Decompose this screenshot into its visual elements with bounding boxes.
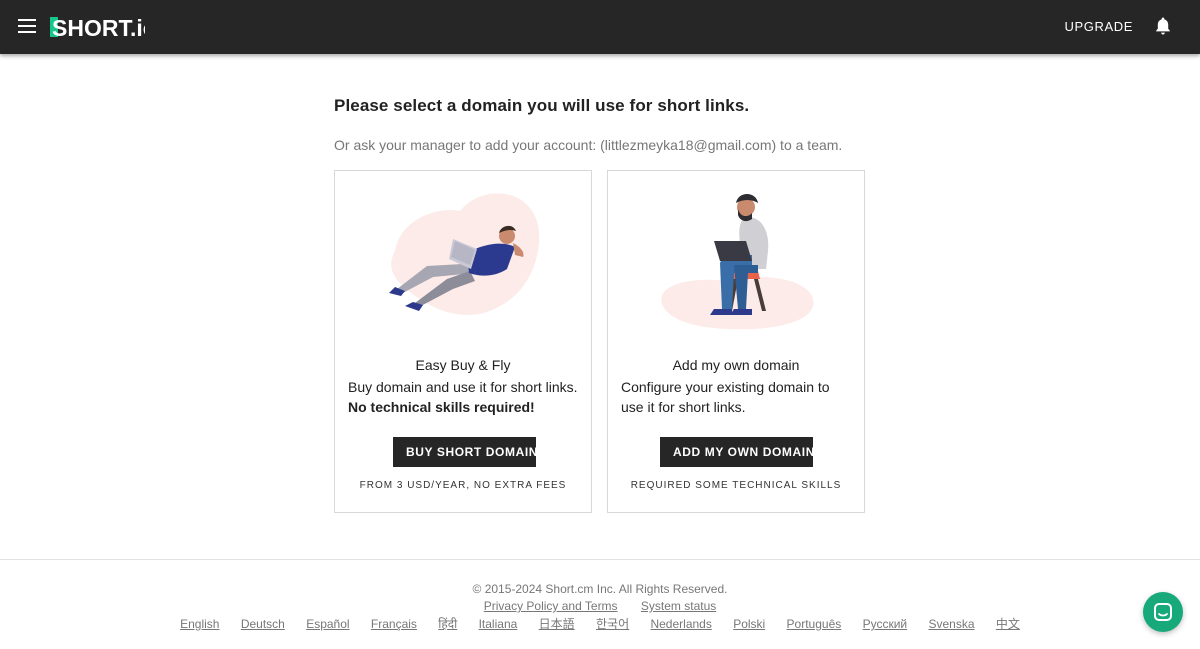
footer-links: Privacy Policy and Terms System status [0,599,1200,613]
card-description-text: Buy domain and use it for short links. [348,379,578,395]
chat-button[interactable] [1143,592,1183,632]
person-with-laptop-illustration [661,194,814,330]
card-title: Easy Buy & Fly [415,357,511,373]
buy-domain-card: Easy Buy & Fly Buy domain and use it for… [334,170,592,513]
language-link-japanese[interactable]: 日本語 [539,617,575,631]
language-link-nederlands[interactable]: Nederlands [650,617,711,631]
card-description: Buy domain and use it for short links. N… [348,377,580,417]
language-link-svenska[interactable]: Svenska [928,617,974,631]
language-link-hindi[interactable]: हिंदी [438,617,457,631]
page-subtitle: Or ask your manager to add your account:… [334,137,843,153]
copyright-text: © 2015-2024 Short.cm Inc. All Rights Res… [472,582,728,596]
language-link-francais[interactable]: Français [371,617,417,631]
card-note: REQUIRED SOME TECHNICAL SKILLS [630,480,842,491]
footer-divider [0,559,1200,560]
own-domain-card: Add my own domain Configure your existin… [607,170,865,513]
add-my-own-domain-button[interactable]: ADD MY OWN DOMAIN [660,437,814,467]
language-link-portugues[interactable]: Português [787,617,842,631]
buy-short-domain-button[interactable]: BUY SHORT DOMAIN [393,437,537,467]
menu-icon[interactable] [18,19,36,33]
language-link-espanol[interactable]: Español [306,617,349,631]
language-link-chinese[interactable]: 中文 [996,617,1020,631]
language-link-english[interactable]: English [180,617,219,631]
short-io-logo[interactable]: SHORT.io [50,14,145,40]
language-link-russian[interactable]: Русский [863,617,908,631]
card-title: Add my own domain [672,357,800,373]
chat-icon [1154,603,1172,621]
privacy-policy-link[interactable]: Privacy Policy and Terms [484,599,618,613]
card-description: Configure your existing domain to use it… [621,379,830,415]
language-link-polski[interactable]: Polski [733,617,765,631]
top-bar: SHORT.io UPGRADE [0,0,1200,54]
page-title: Please select a domain you will use for … [334,96,750,115]
logo-text: SHORT.io [52,15,145,40]
card-description-bold: No technical skills required! [348,399,535,415]
language-list: English Deutsch Español Français हिंदी I… [0,615,1200,632]
bell-icon[interactable] [1155,17,1171,35]
language-link-korean[interactable]: 한국어 [596,617,629,631]
system-status-link[interactable]: System status [641,599,716,613]
card-note: FROM 3 USD/YEAR, NO EXTRA FEES [359,480,567,491]
relaxing-person-illustration [389,193,540,315]
language-link-deutsch[interactable]: Deutsch [241,617,285,631]
language-link-italiana[interactable]: Italiana [479,617,518,631]
upgrade-link[interactable]: UPGRADE [1065,19,1134,34]
